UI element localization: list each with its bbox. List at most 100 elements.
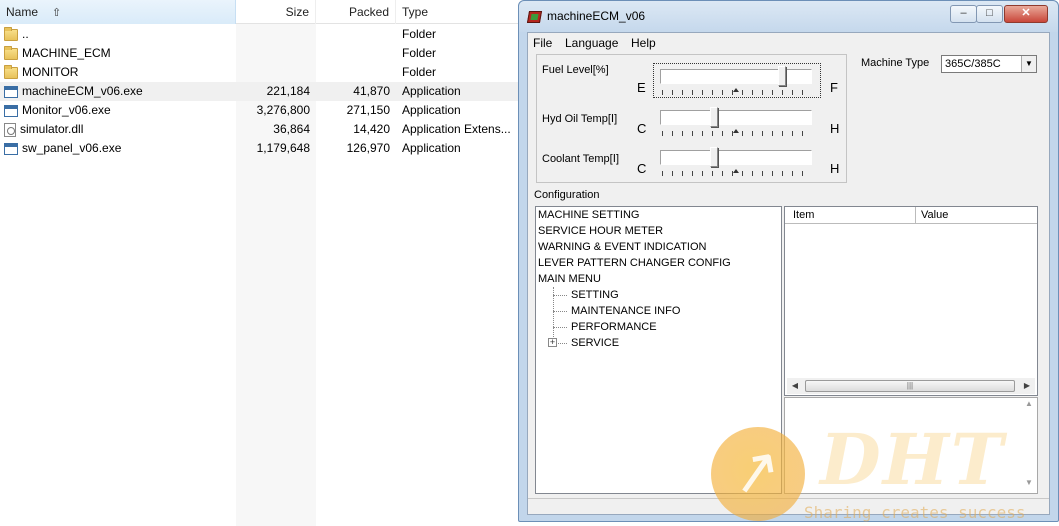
- tree-item-lever-pattern[interactable]: LEVER PATTERN CHANGER CONFIG: [538, 255, 731, 271]
- vertical-scrollbar[interactable]: ▲ ▼: [1022, 399, 1036, 492]
- file-row[interactable]: simulator.dll 36,864 14,420 Application …: [0, 120, 520, 139]
- file-name: MACHINE_ECM: [22, 46, 111, 60]
- tree-item-warning-event[interactable]: WARNING & EVENT INDICATION: [538, 239, 706, 255]
- window-title-bar[interactable]: machineECM_v06 – □ ✕: [519, 1, 1058, 32]
- tree-item-performance[interactable]: PERFORMANCE: [571, 319, 657, 335]
- chevron-down-icon[interactable]: ▼: [1021, 56, 1036, 72]
- coolant-max-label: H: [830, 161, 840, 176]
- horizontal-scrollbar[interactable]: ◀ ||| ▶: [787, 378, 1035, 394]
- scrollbar-thumb[interactable]: |||: [805, 380, 1015, 392]
- tree-connector: [553, 311, 567, 312]
- column-header-packed[interactable]: Packed: [316, 0, 396, 24]
- exe-icon: [4, 85, 18, 98]
- file-list-header: Name ⇧ Size Packed Type: [0, 0, 520, 24]
- file-type: Folder: [402, 46, 437, 60]
- file-name: ..: [22, 27, 29, 41]
- fuel-min-label: E: [637, 80, 646, 95]
- file-name: Monitor_v06.exe: [22, 103, 111, 117]
- scroll-down-icon[interactable]: ▼: [1022, 478, 1036, 492]
- coolant-temp-slider[interactable]: [660, 147, 812, 181]
- minimize-button[interactable]: –: [950, 5, 977, 23]
- column-header-type[interactable]: Type: [396, 0, 520, 24]
- file-type: Application: [402, 141, 461, 155]
- file-name: machineECM_v06.exe: [22, 84, 143, 98]
- menu-language[interactable]: Language: [565, 36, 618, 50]
- file-row[interactable]: sw_panel_v06.exe 1,179,648 126,970 Appli…: [0, 139, 520, 158]
- grid-column-value[interactable]: Value: [921, 209, 948, 221]
- file-type: Folder: [402, 65, 437, 79]
- exe-icon: [4, 142, 18, 155]
- file-type: Folder: [402, 27, 437, 41]
- slider-track: [660, 110, 812, 125]
- file-packed: 41,870: [353, 84, 390, 98]
- folder-icon: [4, 45, 18, 60]
- slider-center-mark: [733, 169, 739, 173]
- file-row[interactable]: MACHINE_ECM Folder: [0, 44, 520, 63]
- file-size: 1,179,648: [256, 141, 310, 155]
- maximize-button[interactable]: □: [976, 5, 1003, 23]
- tree-item-main-menu[interactable]: MAIN MENU: [538, 271, 601, 287]
- fuel-level-slider[interactable]: [660, 66, 812, 100]
- file-size: 221,184: [266, 84, 310, 98]
- slider-track: [660, 150, 812, 165]
- file-size: 3,276,800: [256, 103, 310, 117]
- machine-type-value: 365C/385C: [945, 58, 1001, 70]
- scroll-left-icon[interactable]: ◀: [787, 378, 803, 394]
- tree-connector: [553, 295, 567, 296]
- column-header-name[interactable]: Name ⇧: [0, 0, 236, 24]
- file-name: MONITOR: [22, 65, 79, 79]
- folder-icon: [4, 26, 18, 41]
- tree-item-machine-setting[interactable]: MACHINE SETTING: [538, 207, 639, 223]
- tree-item-service-hour-meter[interactable]: SERVICE HOUR METER: [538, 223, 663, 239]
- hyd-oil-temp-slider[interactable]: [660, 107, 812, 141]
- file-size: 36,864: [273, 122, 310, 136]
- file-row[interactable]: MONITOR Folder: [0, 63, 520, 82]
- app-icon: [526, 11, 543, 23]
- menu-file[interactable]: File: [533, 36, 552, 50]
- file-packed: 14,420: [353, 122, 390, 136]
- menu-bar: File Language Help: [528, 33, 1049, 53]
- column-header-name-label: Name: [6, 5, 39, 19]
- fuel-max-label: F: [830, 80, 838, 95]
- slider-center-mark: [733, 88, 739, 92]
- slider-thumb[interactable]: [710, 147, 718, 167]
- file-row[interactable]: Monitor_v06.exe 3,276,800 271,150 Applic…: [0, 101, 520, 120]
- tree-item-maintenance-info[interactable]: MAINTENANCE INFO: [571, 303, 680, 319]
- column-header-size[interactable]: Size: [236, 0, 316, 24]
- gauge-panel: Fuel Level[%] E F Hyd Oil Temp[Ⅰ] C H Co…: [536, 54, 847, 183]
- folder-icon: [4, 64, 18, 79]
- tree-item-setting[interactable]: SETTING: [571, 287, 619, 303]
- exe-icon: [4, 104, 18, 117]
- sort-up-arrow-icon: ⇧: [52, 7, 62, 19]
- grid-column-separator[interactable]: [915, 207, 916, 224]
- slider-track: [660, 69, 812, 84]
- file-name: simulator.dll: [20, 122, 84, 136]
- watermark-logo-text: DHT: [820, 418, 1005, 501]
- coolant-temp-label: Coolant Temp[Ⅰ]: [542, 153, 620, 165]
- scroll-right-icon[interactable]: ▶: [1019, 378, 1035, 394]
- file-type: Application: [402, 103, 461, 117]
- machine-type-select[interactable]: 365C/385C ▼: [941, 55, 1037, 73]
- expand-plus-icon[interactable]: +: [548, 338, 557, 347]
- fuel-level-label: Fuel Level[%]: [542, 64, 609, 76]
- item-value-grid[interactable]: Item Value ◀ ||| ▶: [784, 206, 1038, 396]
- scroll-up-icon[interactable]: ▲: [1022, 399, 1036, 413]
- menu-help[interactable]: Help: [631, 36, 656, 50]
- tree-connector: [553, 327, 567, 328]
- coolant-min-label: C: [637, 161, 647, 176]
- grid-header: Item Value: [785, 207, 1037, 224]
- tree-item-service[interactable]: SERVICE: [571, 335, 619, 351]
- dll-icon: [4, 122, 16, 137]
- grid-column-item[interactable]: Item: [793, 209, 814, 221]
- file-row[interactable]: .. Folder: [0, 25, 520, 44]
- watermark-slogan: Sharing creates success: [804, 503, 1026, 522]
- hyd-oil-temp-label: Hyd Oil Temp[Ⅰ]: [542, 113, 618, 125]
- window-title: machineECM_v06: [547, 9, 646, 23]
- slider-thumb[interactable]: [710, 107, 718, 127]
- slider-thumb[interactable]: [778, 66, 786, 86]
- close-button[interactable]: ✕: [1004, 5, 1048, 23]
- file-type: Application: [402, 84, 461, 98]
- file-list-panel: Name ⇧ Size Packed Type .. Folder MACHINE…: [0, 0, 520, 526]
- configuration-label: Configuration: [534, 189, 600, 201]
- file-row[interactable]: machineECM_v06.exe 221,184 41,870 Applic…: [0, 82, 520, 101]
